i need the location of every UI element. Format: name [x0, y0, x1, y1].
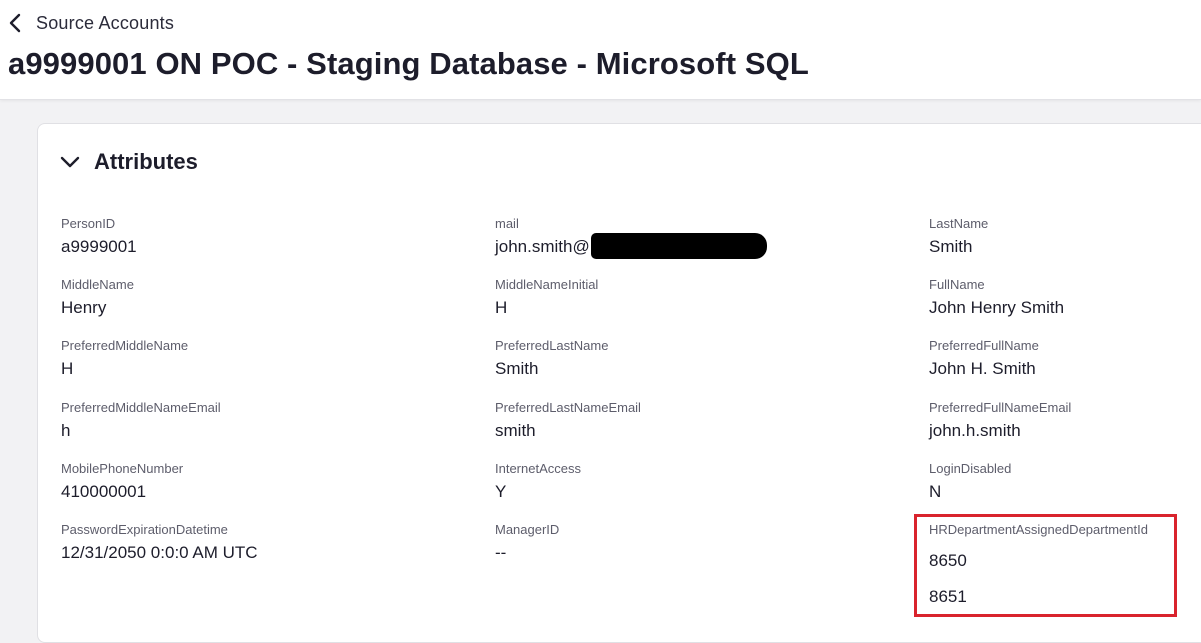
attribute-manager-id: ManagerID --	[495, 522, 559, 564]
attribute-value: Henry	[61, 298, 107, 317]
attribute-label: PreferredFullName	[929, 338, 1039, 353]
attribute-label: PreferredLastName	[495, 338, 609, 353]
attribute-value: --	[495, 543, 507, 562]
attribute-label: PreferredMiddleNameEmail	[61, 400, 221, 415]
attribute-label: MiddleName	[61, 277, 134, 292]
attribute-preferred-last-name-email: PreferredLastNameEmail smith	[495, 400, 641, 442]
attribute-preferred-middle-name-email: PreferredMiddleNameEmail h	[61, 400, 221, 442]
attribute-mail: mail john.smith@	[495, 216, 767, 260]
attribute-value: john.smith@	[495, 237, 590, 256]
attribute-label: FullName	[929, 277, 985, 292]
attribute-person-id: PersonID a9999001	[61, 216, 137, 258]
attribute-preferred-last-name: PreferredLastName Smith	[495, 338, 608, 380]
attribute-label: PersonID	[61, 216, 116, 231]
chevron-down-icon	[60, 156, 80, 168]
attribute-label: InternetAccess	[495, 461, 581, 476]
attribute-label: PasswordExpirationDatetime	[61, 522, 228, 537]
attribute-label: ManagerID	[495, 522, 560, 537]
attribute-label: HRDepartmentAssignedDepartmentId	[929, 522, 1148, 537]
section-title: Attributes	[94, 149, 198, 174]
attribute-value: Y	[495, 482, 507, 501]
attribute-preferred-middle-name: PreferredMiddleName H	[61, 338, 188, 380]
attribute-label: PreferredMiddleName	[61, 338, 189, 353]
attribute-hr-department: HRDepartmentAssignedDepartmentId 8650 86…	[929, 522, 1148, 608]
attribute-value-1: 8650	[929, 551, 967, 570]
attribute-value: h	[61, 421, 71, 440]
chevron-left-icon	[9, 13, 21, 33]
attribute-value: John Henry Smith	[929, 298, 1065, 317]
attribute-label: LoginDisabled	[929, 461, 1012, 476]
page-title: a9999001 ON POC - Staging Database - Mic…	[8, 46, 809, 81]
attribute-label: MobilePhoneNumber	[61, 461, 184, 476]
attribute-label: PreferredFullNameEmail	[929, 400, 1072, 415]
attribute-value: a9999001	[61, 237, 137, 256]
attribute-value: John H. Smith	[929, 359, 1036, 378]
attribute-value: H	[495, 298, 508, 317]
attribute-middle-name: MiddleName Henry	[61, 277, 134, 319]
attribute-value: 410000001	[61, 482, 147, 501]
attribute-internet-access: InternetAccess Y	[495, 461, 581, 503]
back-to-source-accounts-link[interactable]: Source Accounts	[8, 10, 174, 36]
redaction-block	[590, 233, 767, 260]
attribute-value-wrapper: john.smith@	[495, 233, 767, 260]
attribute-value: N	[929, 482, 942, 501]
attribute-value: 12/31/2050 0:0:0 AM UTC	[61, 543, 258, 562]
attribute-last-name: LastName Smith	[929, 216, 988, 258]
attribute-password-expiration: PasswordExpirationDatetime 12/31/2050 0:…	[61, 522, 258, 564]
attribute-preferred-full-name-email: PreferredFullNameEmail john.h.smith	[929, 400, 1071, 442]
back-link-label: Source Accounts	[36, 12, 175, 33]
attribute-value: H	[61, 359, 74, 378]
attribute-label: PreferredLastNameEmail	[495, 400, 641, 415]
attribute-value: smith	[495, 421, 536, 440]
attribute-value: Smith	[929, 237, 973, 256]
attribute-value-2: 8651	[929, 587, 967, 606]
attribute-preferred-full-name: PreferredFullName John H. Smith	[929, 338, 1039, 380]
attribute-mobile-phone-number: MobilePhoneNumber 410000001	[61, 461, 183, 503]
attribute-full-name: FullName John Henry Smith	[929, 277, 1064, 319]
attribute-label: mail	[495, 216, 519, 231]
attribute-label: LastName	[929, 216, 989, 231]
page-header: Source Accounts a9999001 ON POC - Stagin…	[0, 0, 1201, 100]
attribute-value: Smith	[495, 359, 539, 378]
attribute-value: john.h.smith	[929, 421, 1021, 440]
attributes-section-toggle[interactable]: Attributes	[60, 146, 198, 178]
attribute-login-disabled: LoginDisabled N	[929, 461, 1011, 503]
attribute-label: MiddleNameInitial	[495, 277, 599, 292]
attribute-middle-name-initial: MiddleNameInitial H	[495, 277, 598, 319]
